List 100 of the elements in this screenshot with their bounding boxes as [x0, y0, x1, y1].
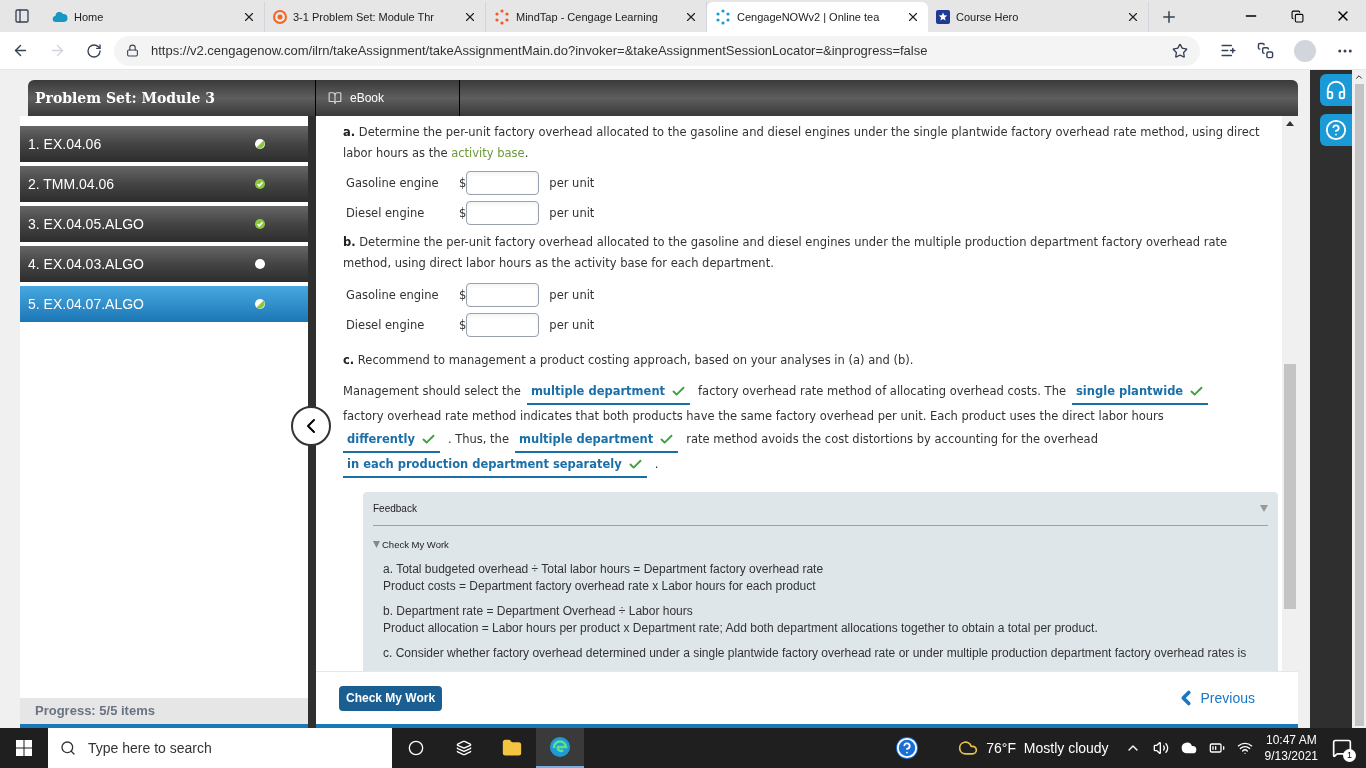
favorites-icon[interactable]	[1220, 42, 1237, 59]
feedback-title: Feedback	[373, 502, 417, 516]
field-label: Gasoline engine	[346, 286, 440, 304]
unit-label: per unit	[549, 286, 595, 304]
collections-icon[interactable]	[1257, 42, 1274, 59]
answer-field[interactable]	[466, 283, 540, 307]
help-icon[interactable]	[896, 737, 919, 759]
search-icon	[60, 740, 76, 756]
clock-date[interactable]: 9/13/2021	[1264, 748, 1318, 764]
currency-sign: $	[459, 174, 467, 192]
answer-field[interactable]	[466, 171, 540, 195]
volume-icon[interactable]	[1152, 740, 1169, 756]
problem-item[interactable]: 5. EX.04.07.ALGO	[20, 286, 308, 322]
feedback-line: b. Department rate = Department Overhead ÷ Labor hours	[383, 603, 694, 620]
close-icon[interactable]	[463, 10, 477, 24]
tab-title: 3-1 Problem Set: Module Thr	[293, 9, 435, 25]
search-placeholder: Type here to search	[88, 738, 212, 758]
new-tab-icon[interactable]	[1160, 8, 1178, 26]
reload-icon[interactable]	[86, 42, 102, 59]
field-label: Diesel engine	[346, 316, 426, 334]
tab-title: Course Hero	[956, 9, 1019, 25]
currency-sign: $	[459, 204, 467, 222]
check-my-work-button[interactable]: Check My Work	[339, 685, 443, 711]
feedback-line: c. Consider whether factory overhead determined under a single plantwide factory overhead rate or under multiple production department factory overhead rates is	[383, 645, 1248, 662]
cortana-icon[interactable]	[408, 740, 424, 756]
unit-label: per unit	[549, 174, 595, 192]
answer-dropdown[interactable]: single plantwide	[1072, 380, 1209, 405]
sentence-text: factory overhead rate method indicates that both products have the same factory overhead per unit. Each product uses the direct labor hours	[343, 409, 1164, 423]
lock-icon	[126, 44, 139, 57]
task-view-icon[interactable]	[456, 740, 472, 756]
answer-field[interactable]	[466, 313, 540, 337]
problem-item[interactable]: 4. EX.04.03.ALGO	[20, 246, 308, 282]
answer-dropdown[interactable]: multiple department	[515, 428, 679, 453]
help-icon	[1325, 119, 1347, 141]
tab-title: MindTap - Cengage Learning	[516, 9, 658, 25]
battery-icon[interactable]	[1208, 740, 1225, 756]
book-icon	[328, 91, 342, 105]
notification-badge: 1	[1343, 749, 1356, 762]
folder-icon[interactable]	[502, 738, 522, 758]
dots-icon	[715, 9, 731, 25]
answer-dropdown[interactable]: in each production department separately	[343, 453, 647, 478]
unit-label: per unit	[549, 204, 595, 222]
favorite-icon[interactable]	[1172, 42, 1188, 59]
url-text: https://v2.cengagenow.com/ilrn/takeAssignment/takeAssignmentMain.do?invoker=&takeAssignmentSessionLocator=&inprogress=false	[151, 41, 929, 60]
problem-item[interactable]: 3. EX.04.05.ALGO	[20, 206, 308, 242]
sentence-text: Management should select the	[343, 384, 521, 398]
caret-icon[interactable]	[373, 541, 380, 548]
answer-field[interactable]	[466, 201, 540, 225]
question-text: c. Recommend to management a product costing approach, based on your analyses in (a) and (b).	[343, 352, 915, 369]
problem-label: 3. EX.04.05.ALGO	[28, 214, 145, 234]
field-label: Diesel engine	[346, 204, 426, 222]
sentence-text: . Thus, the	[447, 432, 509, 446]
close-icon[interactable]	[1126, 10, 1140, 24]
windows-icon[interactable]	[16, 740, 32, 756]
cloud-icon[interactable]	[1180, 740, 1197, 756]
answer-dropdown[interactable]: multiple department	[526, 380, 691, 405]
taskbar-search-field[interactable]: Type here to search	[48, 728, 392, 768]
glossary-link[interactable]: activity base	[451, 146, 525, 160]
weather-icon[interactable]	[958, 738, 979, 758]
close-icon[interactable]	[906, 10, 920, 24]
headset-icon	[1325, 79, 1347, 101]
sentence-text: .	[654, 457, 659, 471]
tab-actions-icon[interactable]	[14, 8, 30, 24]
tab-title: Home	[74, 9, 104, 25]
currency-sign: $	[459, 316, 467, 334]
previous-link[interactable]: Previous	[1174, 687, 1255, 709]
feedback-line: Product allocation = Labor hours per product x Department rate; Add both department allocations together to obtain a total per product.	[383, 620, 1099, 637]
scrollbar[interactable]	[1282, 116, 1298, 671]
tab-title: CengageNOWv2 | Online tea	[737, 9, 880, 25]
browser-tab[interactable]: CengageNOWv2 | Online tea	[707, 2, 928, 32]
problem-label: 1. EX.04.06	[28, 134, 103, 154]
clock-time[interactable]: 10:47 AM	[1265, 732, 1317, 748]
restore-icon[interactable]	[1290, 9, 1304, 23]
answer-dropdown[interactable]: differently	[343, 428, 440, 453]
feedback-line: Product costs = Department factory overhead rate x Labor hours for each product	[383, 578, 817, 595]
scroll-up-icon[interactable]	[1354, 72, 1364, 82]
question-text: a. Determine the per-unit factory overhead allocated to the gasoline and diesel engines under the single plantwide factory overhead rate method, using direct labor hours as the activity base.	[343, 124, 1261, 162]
problem-item[interactable]: 1. EX.04.06	[20, 126, 308, 162]
sentence-text: factory overhead rate method of allocating overhead costs. The	[698, 384, 1066, 398]
help-button[interactable]	[1320, 114, 1352, 146]
problem-label: 5. EX.04.07.ALGO	[28, 294, 145, 314]
wifi-icon[interactable]	[1236, 740, 1253, 756]
close-icon[interactable]	[242, 10, 256, 24]
address-bar[interactable]: https://v2.cengagenow.com/ilrn/takeAssignment/takeAssignmentMain.do?invoker=&takeAssignmentSessionLocator=&inprogress=false	[114, 35, 1200, 66]
weather-text[interactable]: 76°F Mostly cloudy	[986, 737, 1109, 759]
feedback-section-title: Check My Work	[382, 538, 449, 552]
page-scrollbar[interactable]	[1352, 70, 1366, 728]
dots-icon	[494, 9, 510, 25]
close-icon[interactable]	[684, 10, 698, 24]
feedback-line: a. Total budgeted overhead ÷ Total labor hours = Department factory overhead rate	[383, 561, 825, 578]
support-button[interactable]	[1320, 74, 1352, 106]
progress-text: Progress: 5/5 items	[35, 702, 155, 721]
browser-icon[interactable]	[549, 736, 571, 758]
currency-sign: $	[459, 286, 467, 304]
back-icon[interactable]	[12, 42, 29, 59]
sentence-text: rate method avoids the cost distortions by accounting for the overhead	[686, 432, 1098, 446]
problem-item[interactable]: 2. TMM.04.06	[20, 166, 308, 202]
scroll-up-icon[interactable]	[1286, 121, 1294, 126]
field-label: Gasoline engine	[346, 174, 440, 192]
problem-label: 2. TMM.04.06	[28, 174, 116, 194]
